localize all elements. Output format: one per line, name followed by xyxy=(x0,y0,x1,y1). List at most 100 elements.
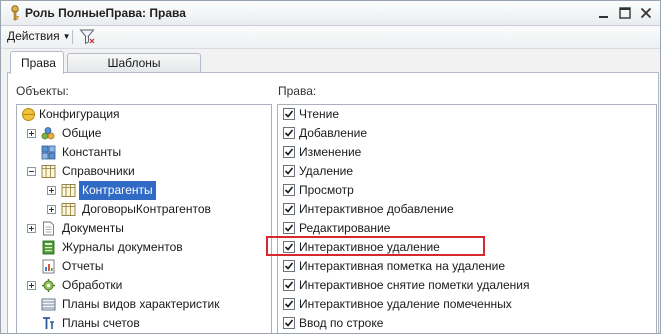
tab-restriction-templates[interactable]: Шаблоны ограничений xyxy=(67,53,201,89)
report-icon xyxy=(42,259,55,274)
right-item-view[interactable]: Просмотр xyxy=(278,181,656,200)
right-item-insert[interactable]: Добавление xyxy=(278,124,656,143)
constants-icon xyxy=(41,145,56,160)
actions-label: Действия xyxy=(7,29,60,43)
tree-item-label: Общие xyxy=(62,126,102,140)
common-icon xyxy=(41,127,55,140)
right-item-label: Добавление xyxy=(299,126,367,140)
tree-item-reports[interactable]: Отчеты xyxy=(17,257,271,276)
right-item-delete[interactable]: Удаление xyxy=(278,162,656,181)
checkbox[interactable] xyxy=(283,222,295,234)
tree-item-label: Отчеты xyxy=(62,259,104,273)
expand-plus-icon[interactable] xyxy=(47,186,56,195)
right-item-label: Удаление xyxy=(299,164,354,178)
checkbox[interactable] xyxy=(283,184,295,196)
checkbox[interactable] xyxy=(283,127,295,139)
tree-item-catalogs[interactable]: Справочники xyxy=(17,162,271,181)
expand-plus-icon[interactable] xyxy=(27,224,36,233)
window-title: Роль ПолныеПрава: Права xyxy=(25,6,186,20)
right-item-interactive-delete-marked[interactable]: Интерактивное удаление помеченных xyxy=(278,295,656,314)
rights-tab-panel: Объекты: Права: Конфигурация Общие Конст… xyxy=(7,72,659,333)
catalog-icon xyxy=(61,184,76,197)
catalog-icon xyxy=(61,203,76,216)
check-icon xyxy=(284,129,294,137)
check-icon xyxy=(284,167,294,175)
minimize-icon[interactable] xyxy=(596,5,612,21)
role-rights-window: Роль ПолныеПрава: Права Действия ▼ Права … xyxy=(0,0,661,334)
checkbox[interactable] xyxy=(283,317,295,329)
right-item-interactive-clear-deletion-mark[interactable]: Интерактивное снятие пометки удаления xyxy=(278,276,656,295)
tree-item-label: Планы счетов xyxy=(62,316,140,330)
close-icon[interactable] xyxy=(638,5,654,21)
check-icon xyxy=(284,281,294,289)
accounts-icon xyxy=(43,317,54,329)
check-icon xyxy=(284,110,294,118)
expand-plus-icon[interactable] xyxy=(27,281,36,290)
funnel-icon[interactable] xyxy=(79,28,95,45)
right-item-input-by-string[interactable]: Ввод по строке xyxy=(278,314,656,333)
objects-tree[interactable]: Конфигурация Общие Константы Справочники… xyxy=(16,104,272,333)
checkbox[interactable] xyxy=(283,298,295,310)
toolbar: Действия ▼ xyxy=(1,26,660,49)
tree-item-label: Журналы документов xyxy=(62,240,183,254)
tree-item-constants[interactable]: Константы xyxy=(17,143,271,162)
right-item-label: Интерактивное снятие пометки удаления xyxy=(299,278,530,292)
tree-item-documents[interactable]: Документы xyxy=(17,219,271,238)
title-bar[interactable]: Роль ПолныеПрава: Права xyxy=(1,1,660,26)
right-item-interactive-insert[interactable]: Интерактивное добавление xyxy=(278,200,656,219)
caret-down-icon: ▼ xyxy=(62,32,71,41)
checkbox[interactable] xyxy=(283,108,295,120)
tree-item-characteristic-types[interactable]: Планы видов характеристик xyxy=(17,295,271,314)
right-item-label: Ввод по строке xyxy=(299,316,384,330)
check-icon xyxy=(284,300,294,308)
checkbox[interactable] xyxy=(283,146,295,158)
objects-label: Объекты: xyxy=(16,84,69,98)
highlight-frame-interactive-delete xyxy=(266,236,485,256)
check-icon xyxy=(284,224,294,232)
checkbox[interactable] xyxy=(283,260,295,272)
actions-menu-button[interactable]: Действия ▼ xyxy=(7,29,71,43)
right-item-label: Интерактивная пометка на удаление xyxy=(299,259,506,273)
rights-list[interactable]: Чтение Добавление Изменение Удаление Про… xyxy=(277,104,657,333)
checkbox[interactable] xyxy=(283,165,295,177)
role-key-icon xyxy=(11,5,19,21)
tree-item-label: Конфигурация xyxy=(39,107,120,121)
tree-item-label: Контрагенты xyxy=(79,181,156,200)
tree-item-label: Обработки xyxy=(62,278,123,292)
check-icon xyxy=(284,205,294,213)
check-icon xyxy=(284,319,294,327)
rights-label: Права: xyxy=(278,84,317,98)
right-item-update[interactable]: Изменение xyxy=(278,143,656,162)
expand-plus-icon[interactable] xyxy=(27,129,36,138)
right-item-label: Интерактивное добавление xyxy=(299,202,454,216)
tree-item-counterparty-contracts[interactable]: ДоговорыКонтрагентов xyxy=(17,200,271,219)
characteristics-icon xyxy=(41,298,56,311)
configuration-icon xyxy=(22,108,35,121)
tab-rights[interactable]: Права xyxy=(10,51,64,74)
right-item-interactive-set-deletion-mark[interactable]: Интерактивная пометка на удаление xyxy=(278,257,656,276)
catalog-icon xyxy=(41,165,56,178)
tree-item-label: ДоговорыКонтрагентов xyxy=(82,202,211,216)
check-icon xyxy=(284,186,294,194)
tab-rights-label: Права xyxy=(21,56,56,70)
tree-item-charts-of-accounts[interactable]: Планы счетов xyxy=(17,314,271,333)
tab-strip: Права Шаблоны ограничений xyxy=(1,49,660,89)
tree-item-counterparties[interactable]: Контрагенты xyxy=(17,181,271,200)
tree-item-data-processors[interactable]: Обработки xyxy=(17,276,271,295)
tree-item-document-journals[interactable]: Журналы документов xyxy=(17,238,271,257)
checkbox[interactable] xyxy=(283,279,295,291)
right-item-label: Просмотр xyxy=(299,183,354,197)
tree-item-label: Планы видов характеристик xyxy=(62,297,220,311)
expand-plus-icon[interactable] xyxy=(47,205,56,214)
right-item-label: Изменение xyxy=(299,145,362,159)
document-icon xyxy=(43,221,54,236)
right-item-label: Интерактивное удаление помеченных xyxy=(299,297,512,311)
collapse-minus-icon[interactable] xyxy=(27,167,36,176)
checkbox[interactable] xyxy=(283,203,295,215)
tree-item-common[interactable]: Общие xyxy=(17,124,271,143)
maximize-icon[interactable] xyxy=(617,5,633,21)
tree-item-configuration[interactable]: Конфигурация xyxy=(17,105,271,124)
check-icon xyxy=(284,262,294,270)
journal-icon xyxy=(42,240,55,255)
right-item-read[interactable]: Чтение xyxy=(278,105,656,124)
